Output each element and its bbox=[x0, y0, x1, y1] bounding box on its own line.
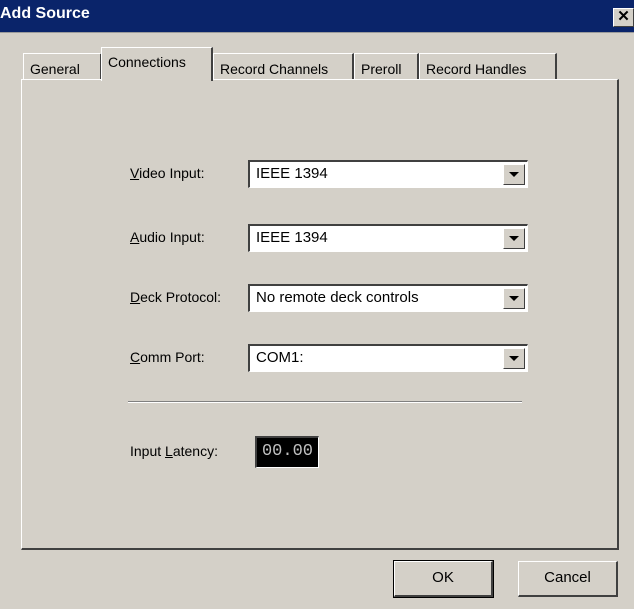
chevron-down-icon bbox=[509, 296, 519, 301]
tab-label: Record Handles bbox=[426, 61, 527, 77]
comm-port-value: COM1: bbox=[256, 349, 304, 366]
comm-port-dropdown-button[interactable] bbox=[503, 348, 525, 369]
video-input-dropdown-button[interactable] bbox=[503, 164, 525, 185]
input-latency-label: Input Latency: bbox=[130, 443, 218, 459]
audio-input-select[interactable]: IEEE 1394 bbox=[248, 224, 528, 252]
audio-input-dropdown-button[interactable] bbox=[503, 228, 525, 249]
divider bbox=[128, 401, 522, 403]
video-input-label: Video Input: bbox=[130, 165, 205, 181]
close-icon: ✕ bbox=[617, 8, 630, 25]
tab-label: Connections bbox=[108, 54, 186, 70]
close-button[interactable]: ✕ bbox=[613, 8, 634, 27]
tab-label: General bbox=[30, 61, 80, 77]
tab-connections[interactable]: Connections bbox=[101, 47, 213, 81]
chevron-down-icon bbox=[509, 172, 519, 177]
deck-protocol-select[interactable]: No remote deck controls bbox=[248, 284, 528, 312]
title-bar: Add Source ✕ bbox=[0, 0, 634, 33]
chevron-down-icon bbox=[509, 236, 519, 241]
comm-port-select[interactable]: COM1: bbox=[248, 344, 528, 372]
tab-general[interactable]: General bbox=[23, 53, 102, 79]
tab-preroll[interactable]: Preroll bbox=[354, 53, 419, 79]
deck-protocol-dropdown-button[interactable] bbox=[503, 288, 525, 309]
window-title: Add Source bbox=[0, 5, 90, 22]
tab-record-channels[interactable]: Record Channels bbox=[213, 53, 354, 79]
tab-label: Record Channels bbox=[220, 61, 329, 77]
deck-protocol-label: Deck Protocol: bbox=[130, 289, 222, 305]
deck-protocol-value: No remote deck controls bbox=[256, 289, 419, 306]
tab-label: Preroll bbox=[361, 61, 402, 77]
audio-input-label: Audio Input: bbox=[130, 229, 205, 245]
comm-port-label: Comm Port: bbox=[130, 349, 205, 365]
video-input-value: IEEE 1394 bbox=[256, 165, 328, 182]
chevron-down-icon bbox=[509, 356, 519, 361]
ok-button[interactable]: OK bbox=[393, 560, 494, 598]
video-input-select[interactable]: IEEE 1394 bbox=[248, 160, 528, 188]
tab-record-handles[interactable]: Record Handles bbox=[419, 53, 557, 79]
input-latency-display[interactable]: 00.00 bbox=[255, 436, 319, 468]
connections-panel: Video Input: IEEE 1394 Audio Input: IEEE… bbox=[21, 79, 619, 550]
cancel-button[interactable]: Cancel bbox=[518, 561, 618, 597]
audio-input-value: IEEE 1394 bbox=[256, 229, 328, 246]
